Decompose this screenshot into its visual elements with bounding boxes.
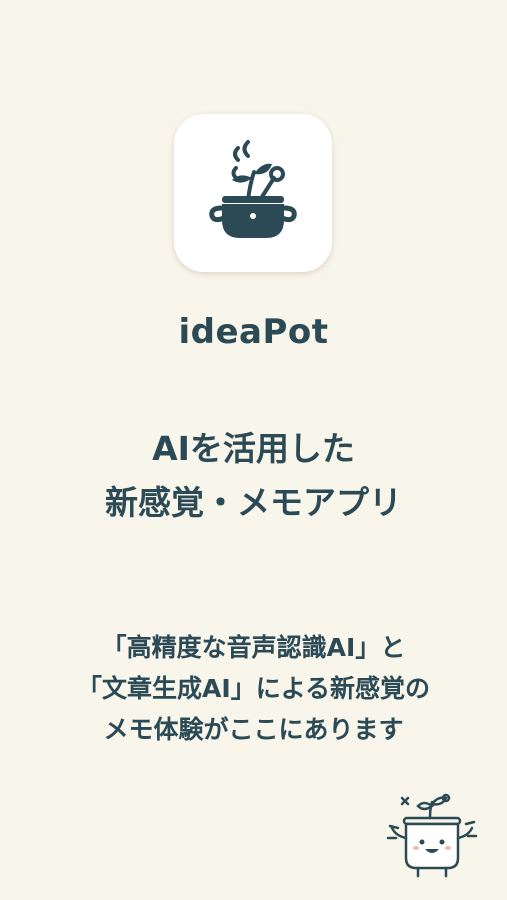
headline-line-1: AIを活用した <box>152 429 355 468</box>
app-name: ideaPot <box>178 312 329 352</box>
headline-line-2: 新感覚・メモアプリ <box>105 483 402 522</box>
headline: AIを活用した 新感覚・メモアプリ <box>0 422 507 530</box>
description-line-2: 「文章生成AI」による新感覚の <box>77 674 430 703</box>
description: 「高精度な音声認識AI」と 「文章生成AI」による新感覚の メモ体験がここにあり… <box>0 627 507 750</box>
happy-pot-mascot-icon <box>386 793 478 878</box>
mascot <box>382 786 482 886</box>
description-line-1: 「高精度な音声認識AI」と <box>101 633 406 662</box>
pot-with-sprout-icon <box>209 140 297 238</box>
description-line-3: メモ体験がここにあります <box>103 715 404 744</box>
app-icon <box>174 114 332 272</box>
